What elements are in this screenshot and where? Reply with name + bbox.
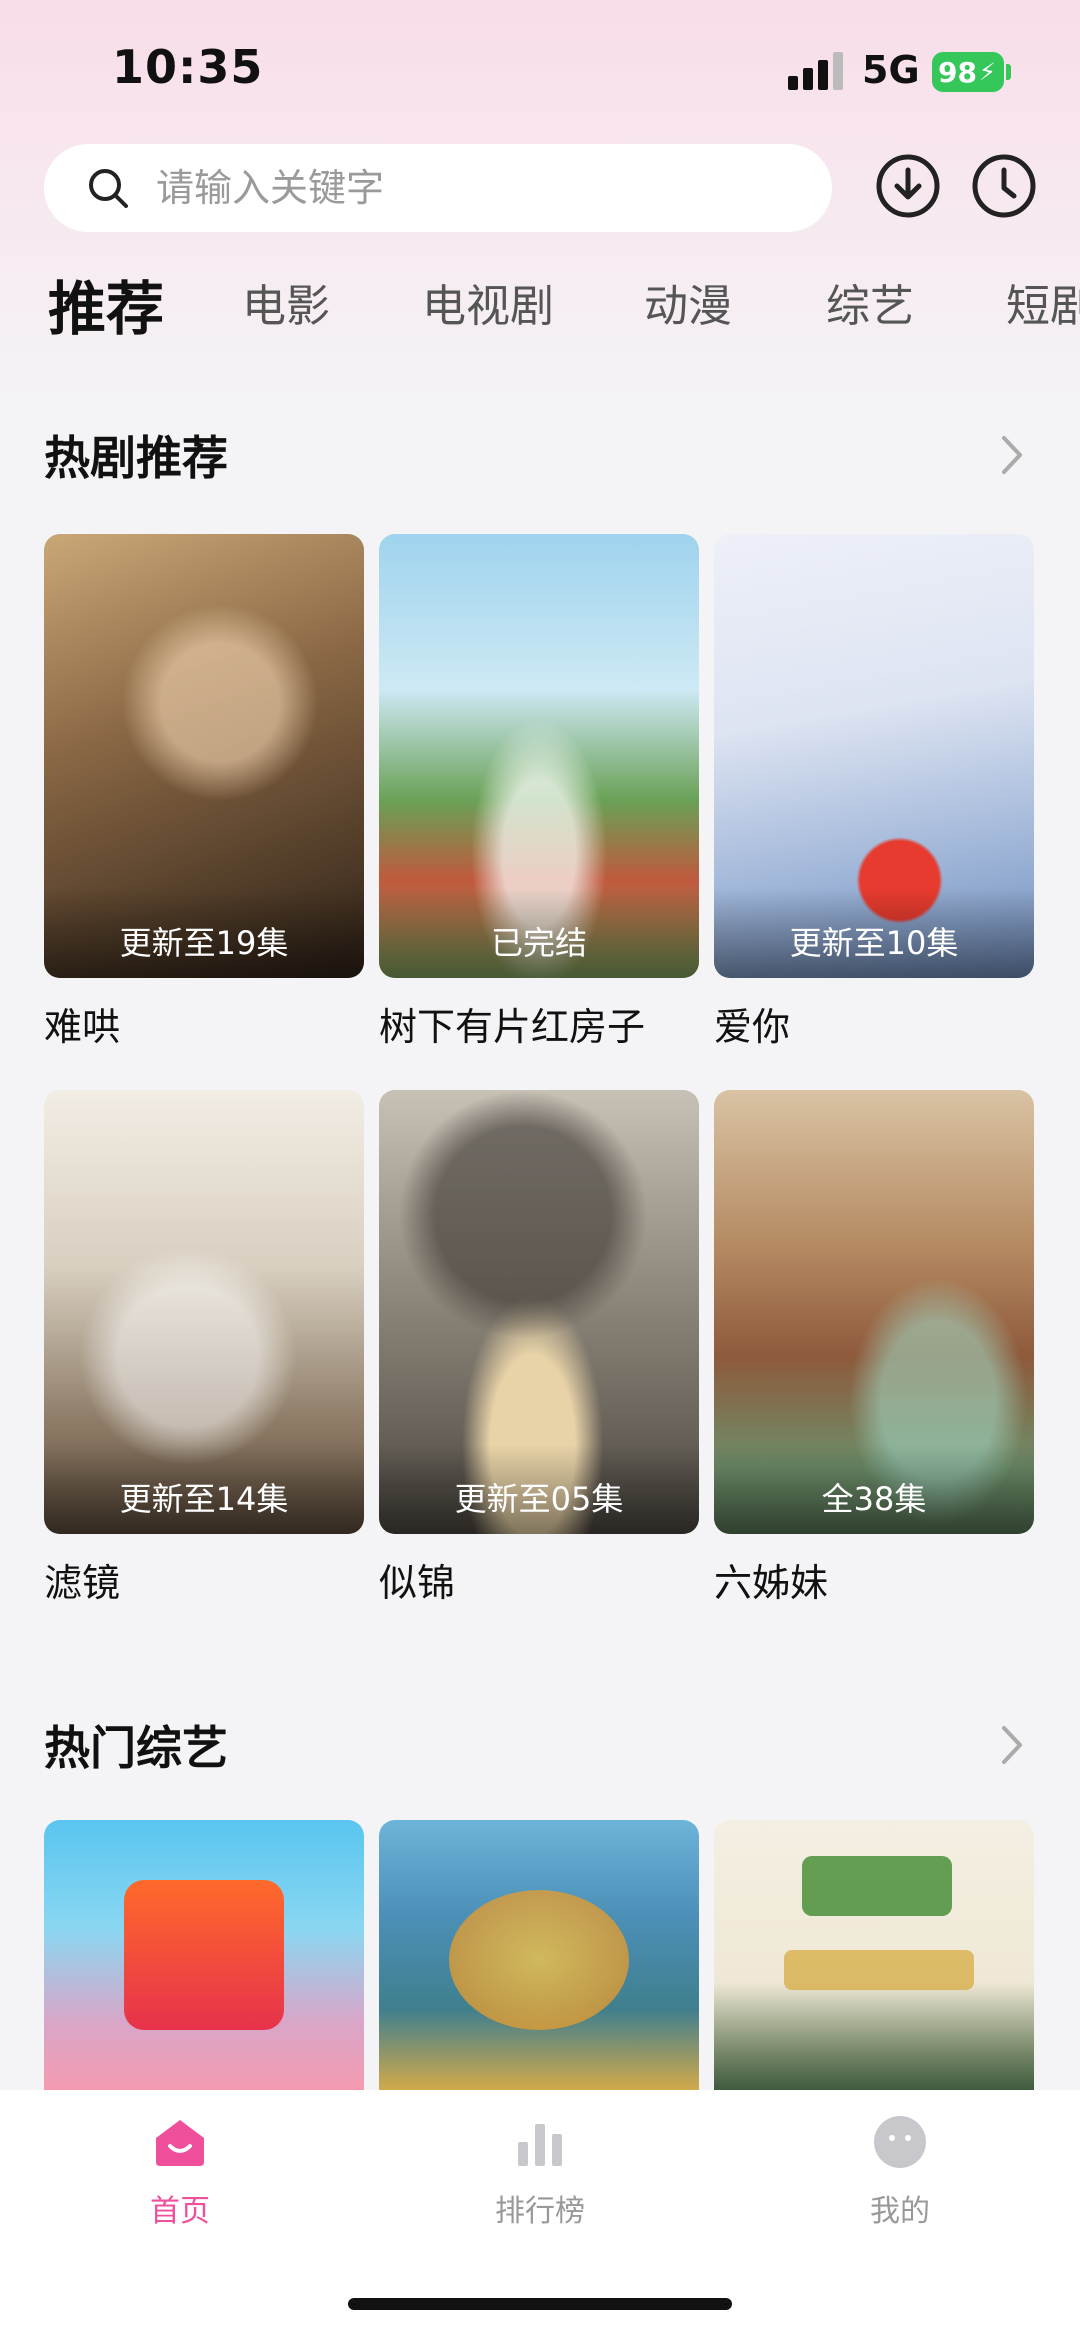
- drama-title: 似锦: [379, 1561, 456, 1605]
- poster-image: 更新至19集: [44, 534, 364, 978]
- drama-card[interactable]: 更新至19集 难哄: [44, 534, 364, 1051]
- signal-icon: [788, 52, 848, 90]
- poster-image: 更新至05集: [379, 1090, 699, 1534]
- variety-card[interactable]: [714, 1820, 1034, 2090]
- chevron-right-icon[interactable]: [996, 1720, 1026, 1770]
- section-title-hot-variety: 热门综艺: [44, 1721, 228, 1775]
- nav-profile[interactable]: 我的: [800, 2112, 1000, 2230]
- tab-anime[interactable]: 动漫: [644, 270, 732, 334]
- drama-title: 树下有片红房子: [379, 1005, 646, 1049]
- drama-card[interactable]: 更新至14集 滤镜: [44, 1090, 364, 1607]
- variety-card[interactable]: [379, 1820, 699, 2090]
- episode-badge: 更新至05集: [454, 1480, 624, 1518]
- episode-badge: 全38集: [821, 1480, 927, 1518]
- search-input[interactable]: [154, 165, 758, 211]
- network-type: 5G: [862, 48, 920, 92]
- drama-title: 六姊妹: [714, 1561, 829, 1605]
- episode-badge: 更新至10集: [789, 924, 959, 962]
- download-icon[interactable]: [872, 150, 944, 222]
- variety-card[interactable]: [44, 1820, 364, 2090]
- drama-card[interactable]: 全38集 六姊妹: [714, 1090, 1034, 1607]
- home-indicator: [348, 2298, 732, 2310]
- poster-image: [379, 1820, 699, 2090]
- search-bar[interactable]: [44, 144, 832, 232]
- nav-ranking[interactable]: 排行榜: [440, 2112, 640, 2230]
- battery-icon: 98 ⚡: [932, 52, 1004, 92]
- search-icon: [89, 169, 128, 208]
- episode-badge: 更新至14集: [119, 1480, 289, 1518]
- category-tabs: 推荐 电影 电视剧 动漫 综艺 短剧: [0, 270, 1080, 360]
- nav-ranking-label: 排行榜: [495, 2194, 585, 2229]
- nav-profile-label: 我的: [870, 2194, 930, 2229]
- drama-title: 爱你: [714, 1005, 791, 1049]
- episode-badge: 更新至19集: [119, 924, 289, 962]
- drama-card[interactable]: 更新至05集 似锦: [379, 1090, 699, 1607]
- drama-title: 难哄: [44, 1005, 121, 1049]
- episode-badge: 已完结: [490, 924, 587, 962]
- poster-image: 更新至10集: [714, 534, 1034, 978]
- tab-recommend[interactable]: 推荐: [48, 270, 164, 346]
- poster-image: [44, 1820, 364, 2090]
- tab-short-drama[interactable]: 短剧: [1006, 270, 1080, 334]
- drama-card[interactable]: 已完结 树下有片红房子: [379, 534, 699, 1051]
- nav-home[interactable]: 首页: [80, 2112, 280, 2230]
- profile-icon: [874, 2116, 926, 2168]
- status-time: 10:35: [112, 40, 264, 94]
- poster-image: [714, 1820, 1034, 2090]
- battery-level: 98: [938, 55, 977, 89]
- tab-movies[interactable]: 电影: [242, 270, 330, 334]
- nav-home-label: 首页: [150, 2194, 210, 2229]
- tab-variety[interactable]: 综艺: [826, 270, 914, 334]
- drama-title: 滤镜: [44, 1561, 121, 1605]
- chevron-right-icon[interactable]: [996, 430, 1026, 480]
- status-bar: 10:35 5G 98 ⚡: [0, 0, 1080, 140]
- poster-image: 更新至14集: [44, 1090, 364, 1534]
- poster-image: 已完结: [379, 534, 699, 978]
- drama-card[interactable]: 更新至10集 爱你: [714, 534, 1034, 1051]
- poster-image: 全38集: [714, 1090, 1034, 1534]
- ranking-icon: [518, 2124, 562, 2166]
- home-icon: [156, 2120, 204, 2166]
- battery-tip: [1006, 64, 1011, 80]
- section-title-hot-dramas: 热剧推荐: [44, 431, 228, 485]
- tab-tv-series[interactable]: 电视剧: [422, 270, 554, 334]
- history-icon[interactable]: [968, 150, 1040, 222]
